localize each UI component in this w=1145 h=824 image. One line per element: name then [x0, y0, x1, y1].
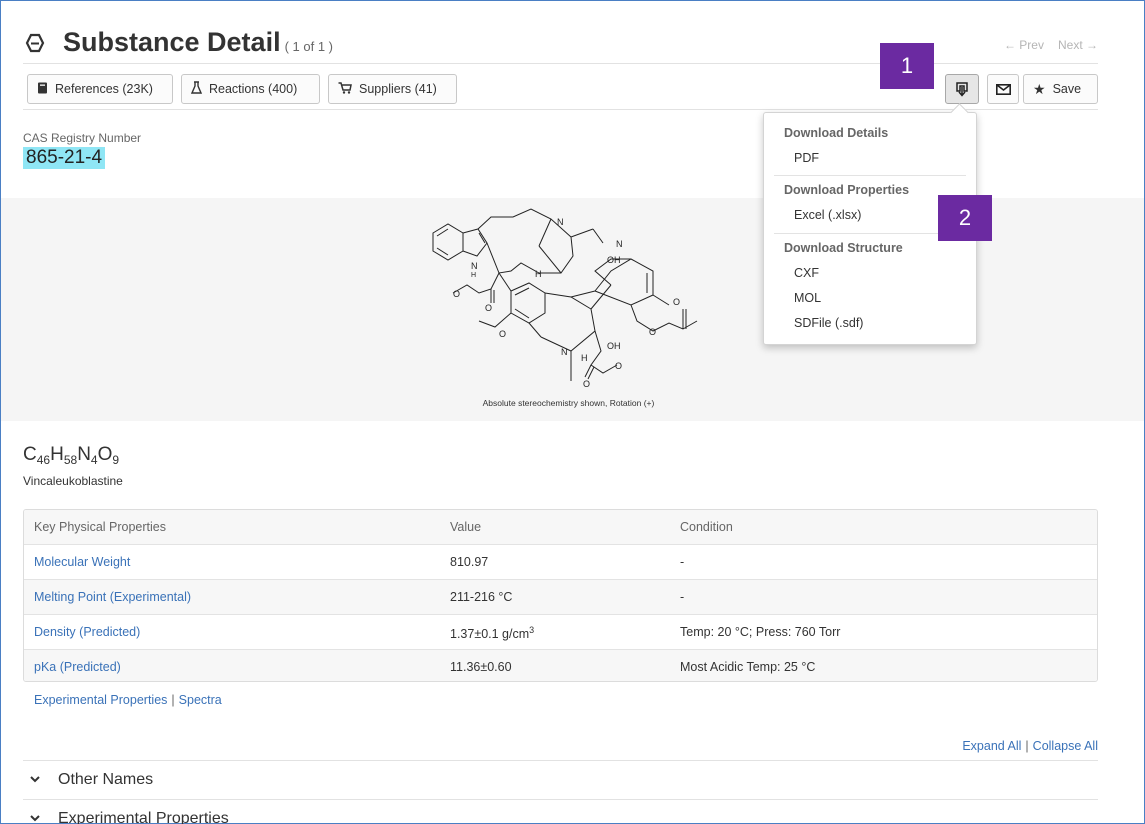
link-separator: | — [1025, 739, 1029, 753]
property-condition: - — [680, 555, 685, 569]
download-button[interactable] — [945, 74, 979, 104]
svg-text:OH: OH — [607, 255, 621, 265]
cas-number: 865-21-4 — [23, 147, 106, 169]
svg-text:OH: OH — [607, 341, 621, 351]
book-icon — [37, 82, 48, 97]
property-value: 211-216 °C — [450, 590, 513, 604]
page-header: Substance Detail( 1 of 1 ) ← Prev Next → — [23, 27, 1098, 63]
svg-text:N: N — [616, 239, 623, 249]
suppliers-button[interactable]: Suppliers (41) — [328, 74, 457, 104]
svg-text:O: O — [485, 303, 492, 313]
link-separator: | — [171, 693, 175, 707]
properties-table: Key Physical Properties Value Condition … — [23, 509, 1098, 682]
chemical-structure-image: N N H OH N N OH O O O O O O O H H — [432, 208, 698, 389]
property-condition: Temp: 20 °C; Press: 760 Torr — [680, 625, 841, 639]
table-row: Density (Predicted) 1.37±0.1 g/cm3 Temp:… — [24, 614, 1097, 649]
menu-divider — [774, 175, 966, 176]
svg-text:O: O — [453, 289, 460, 299]
svg-text:N: N — [561, 347, 568, 357]
divider — [23, 63, 1098, 64]
page-title: Substance Detail( 1 of 1 ) — [63, 27, 333, 57]
menu-item-sdf[interactable]: SDFile (.sdf) — [794, 316, 863, 330]
property-value: 1.37±0.1 g/cm3 — [450, 625, 535, 641]
section-other-names[interactable]: Other Names — [23, 760, 1098, 798]
property-condition: - — [680, 590, 685, 604]
menu-heading-details: Download Details — [784, 126, 889, 140]
table-header: Key Physical Properties Value Condition — [24, 510, 1097, 545]
menu-item-pdf[interactable]: PDF — [794, 151, 819, 165]
svg-text:O: O — [499, 329, 506, 339]
save-label: Save — [1052, 82, 1082, 96]
cart-icon — [338, 81, 352, 97]
molecular-formula: C46H58N4O9 — [23, 444, 120, 467]
property-link[interactable]: Melting Point (Experimental) — [34, 590, 191, 604]
menu-item-excel[interactable]: Excel (.xlsx) — [794, 208, 861, 222]
svg-text:N: N — [557, 217, 564, 227]
property-condition: Most Acidic Temp: 25 °C — [680, 660, 816, 674]
email-button[interactable] — [987, 74, 1019, 104]
section-title: Experimental Properties — [58, 810, 229, 824]
collapse-all-link[interactable]: Collapse All — [1033, 739, 1098, 753]
envelope-icon — [995, 83, 1011, 95]
table-row: pKa (Predicted) 11.36±0.60 Most Acidic T… — [24, 649, 1097, 681]
menu-item-mol[interactable]: MOL — [794, 291, 821, 305]
reactions-label: Reactions (400) — [209, 82, 298, 96]
pager: ← Prev Next → — [990, 38, 1098, 52]
property-links: Experimental Properties | Spectra — [34, 693, 222, 707]
svg-text:O: O — [673, 297, 680, 307]
property-link[interactable]: Density (Predicted) — [34, 625, 140, 639]
next-link[interactable]: Next → — [1058, 38, 1098, 52]
flask-icon — [190, 81, 203, 97]
reactions-button[interactable]: Reactions (400) — [181, 74, 320, 104]
column-header: Key Physical Properties — [34, 520, 167, 534]
chevron-down-icon — [30, 776, 40, 783]
divider — [23, 109, 1098, 110]
spectra-link[interactable]: Spectra — [179, 693, 222, 707]
svg-text:N: N — [471, 261, 478, 271]
section-title: Other Names — [58, 771, 154, 788]
result-count: ( 1 of 1 ) — [284, 39, 333, 54]
expand-all-link[interactable]: Expand All — [962, 739, 1021, 753]
download-icon — [956, 81, 968, 97]
cas-label: CAS Registry Number — [23, 131, 142, 145]
menu-heading-structure: Download Structure — [784, 241, 903, 255]
structure-caption: Absolute stereochemistry shown, Rotation… — [482, 398, 655, 408]
column-header: Value — [450, 520, 482, 534]
property-value: 11.36±0.60 — [450, 660, 512, 674]
svg-text:H: H — [471, 272, 476, 279]
callout-badge-2: 2 — [938, 195, 992, 241]
save-button[interactable]: ★ Save — [1023, 74, 1098, 104]
star-icon: ★ — [1033, 80, 1046, 97]
menu-item-cxf[interactable]: CXF — [794, 266, 819, 280]
chevron-down-icon — [30, 815, 40, 822]
svg-text:O: O — [649, 327, 656, 337]
experimental-properties-link[interactable]: Experimental Properties — [34, 693, 167, 707]
substance-name: Vincaleukoblastine — [23, 474, 123, 488]
section-experimental-properties[interactable]: Experimental Properties — [23, 799, 1098, 824]
table-row: Molecular Weight 810.97 - — [24, 544, 1097, 579]
column-header: Condition — [680, 520, 733, 534]
property-link[interactable]: Molecular Weight — [34, 555, 130, 569]
property-link[interactable]: pKa (Predicted) — [34, 660, 121, 674]
expand-collapse-controls: Expand All | Collapse All — [962, 739, 1098, 753]
suppliers-label: Suppliers (41) — [359, 82, 437, 96]
svg-text:H: H — [535, 269, 542, 279]
prev-link[interactable]: ← Prev — [1004, 38, 1044, 52]
menu-heading-properties: Download Properties — [784, 183, 910, 197]
svg-text:H: H — [581, 353, 588, 363]
property-value: 810.97 — [450, 555, 489, 569]
svg-text:O: O — [615, 361, 622, 371]
svg-text:O: O — [583, 379, 590, 389]
references-button[interactable]: References (23K) — [27, 74, 173, 104]
substance-icon — [25, 33, 45, 53]
table-row: Melting Point (Experimental) 211-216 °C … — [24, 579, 1097, 614]
callout-badge-1: 1 — [880, 43, 934, 89]
references-label: References (23K) — [55, 82, 153, 96]
